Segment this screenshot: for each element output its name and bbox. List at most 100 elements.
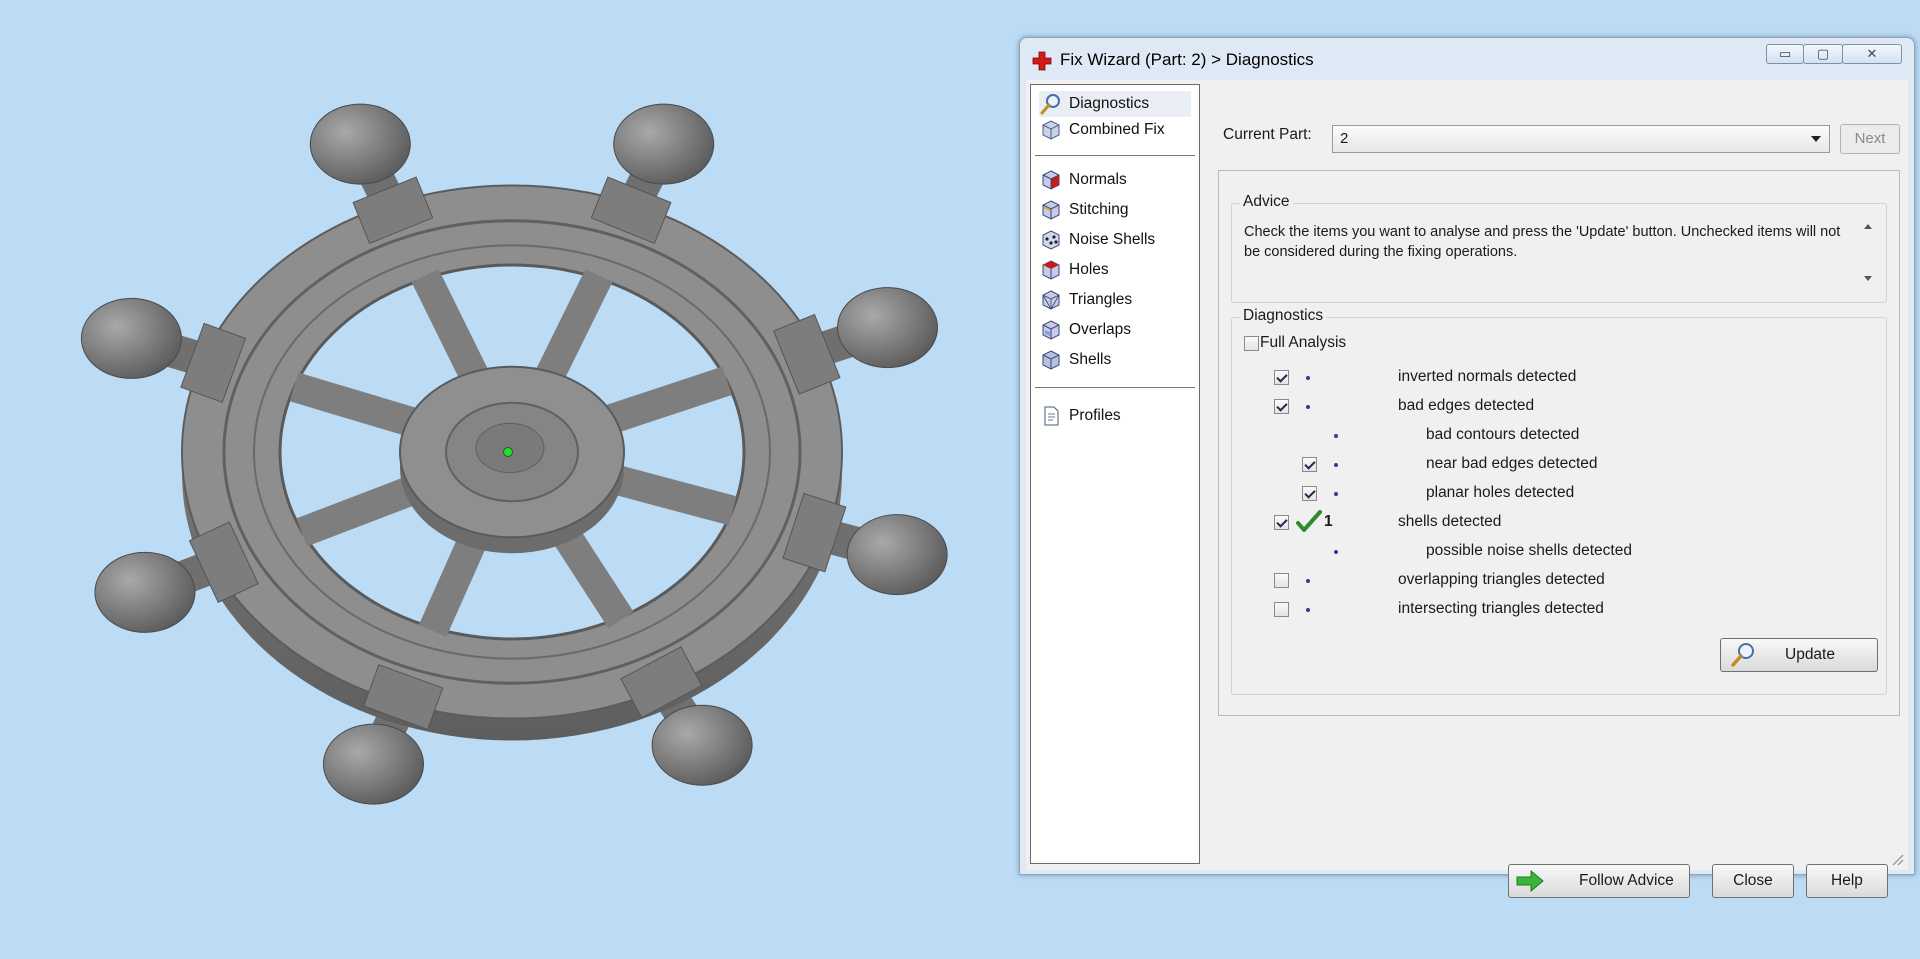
minimize-icon: ▭ [1778, 46, 1792, 61]
ship-wheel-model [80, 103, 948, 805]
close-button[interactable]: Close [1712, 864, 1794, 898]
diagnostic-checkbox[interactable] [1274, 602, 1289, 617]
shells-cube-icon [1042, 350, 1060, 370]
scroll-down-icon[interactable] [1864, 276, 1872, 281]
nav-item-label: Overlaps [1069, 321, 1132, 338]
nav-item-label: Profiles [1069, 407, 1121, 424]
diagnostic-checkbox[interactable] [1274, 573, 1289, 588]
current-part-label: Current Part: [1223, 126, 1312, 143]
diagnostics-panel: Advice Check the items you want to analy… [1218, 170, 1900, 716]
nav-item-triangles[interactable]: Triangles [1039, 287, 1191, 313]
advice-legend: Advice [1240, 193, 1293, 211]
update-button[interactable]: Update [1720, 638, 1878, 672]
nav-separator [1035, 387, 1195, 388]
nav-item-noise-shells[interactable]: Noise Shells [1039, 227, 1191, 253]
magnifier-icon [1040, 94, 1060, 115]
wheel-handle-knob [94, 551, 196, 633]
diagnostic-checkbox[interactable] [1274, 515, 1289, 530]
next-button[interactable]: Next [1840, 124, 1900, 154]
diagnostic-label: possible noise shells detected [1426, 542, 1632, 559]
profiles-document-icon [1044, 406, 1059, 426]
nav-item-holes[interactable]: Holes [1039, 257, 1191, 283]
nav-separator [1035, 155, 1195, 156]
wheel-handle-knob [322, 723, 424, 805]
diagnostics-legend: Diagnostics [1240, 307, 1327, 325]
diagnostic-label: shells detected [1398, 513, 1502, 530]
resize-grip-icon[interactable] [1890, 852, 1904, 866]
title-bar[interactable]: Fix Wizard (Part: 2) > Diagnostics ▭ ▢ ✕ [1020, 38, 1914, 76]
triangles-cube-icon [1042, 290, 1060, 310]
wheel-handle-knob [846, 514, 948, 596]
update-label: Update [1785, 646, 1835, 663]
green-check-icon [1296, 510, 1322, 532]
diagnostic-checkbox[interactable] [1302, 457, 1317, 472]
follow-advice-label: Follow Advice [1579, 872, 1674, 889]
minimize-button[interactable]: ▭ [1766, 44, 1804, 64]
holes-cube-icon [1042, 260, 1060, 280]
fix-wizard-window: Fix Wizard (Part: 2) > Diagnostics ▭ ▢ ✕… [1019, 37, 1915, 898]
nav-item-diagnostics[interactable]: Diagnostics [1039, 91, 1191, 117]
nav-item-combined-fix[interactable]: Combined Fix [1039, 117, 1191, 143]
nav-item-label: Diagnostics [1069, 95, 1150, 112]
close-window-button[interactable]: ✕ [1842, 44, 1902, 64]
stitching-cube-icon [1042, 200, 1060, 220]
follow-advice-button[interactable]: Follow Advice [1508, 864, 1690, 898]
status-dot-icon [1306, 608, 1310, 612]
diagnostic-label: intersecting triangles detected [1398, 600, 1604, 617]
status-dot-icon [1334, 463, 1338, 467]
nav-item-normals[interactable]: Normals [1039, 167, 1191, 193]
noise-shells-icon [1042, 230, 1060, 250]
diagnostic-label: bad edges detected [1398, 397, 1535, 414]
current-part-select[interactable]: 2 [1332, 125, 1830, 153]
wheel-handle-knob [80, 297, 182, 379]
status-dot-icon [1334, 434, 1338, 438]
maximize-button[interactable]: ▢ [1803, 44, 1843, 64]
nav-item-profiles[interactable]: Profiles [1039, 403, 1191, 429]
scroll-up-icon[interactable] [1864, 224, 1872, 229]
nav-item-shells[interactable]: Shells [1039, 347, 1191, 373]
nav-item-stitching[interactable]: Stitching [1039, 197, 1191, 223]
nav-item-label: Holes [1069, 261, 1109, 278]
help-button[interactable]: Help [1806, 864, 1888, 898]
3d-viewport[interactable] [0, 0, 1010, 959]
chevron-down-icon [1811, 136, 1821, 142]
diagnostic-checkbox[interactable] [1302, 486, 1317, 501]
close-icon: ✕ [1866, 46, 1878, 61]
maximize-icon: ▢ [1816, 46, 1830, 61]
nav-item-label: Normals [1069, 171, 1127, 188]
status-dot-icon [1306, 405, 1310, 409]
nav-item-label: Stitching [1069, 201, 1129, 218]
overlaps-cube-icon [1042, 320, 1060, 340]
magnifier-icon [1731, 643, 1754, 667]
diagnostic-checkbox[interactable] [1274, 370, 1289, 385]
wheel-handle-knob [837, 287, 939, 369]
diagnostic-label: bad contours detected [1426, 426, 1580, 443]
diagnostic-count: 1 [1324, 513, 1333, 530]
nav-item-label: Shells [1069, 351, 1112, 368]
status-dot-icon [1306, 376, 1310, 380]
status-dot-icon [1306, 579, 1310, 583]
status-dot-icon [1334, 492, 1338, 496]
red-cross-icon [1032, 51, 1052, 71]
window-title: Fix Wizard (Part: 2) > Diagnostics [1060, 50, 1314, 69]
nav-item-label: Noise Shells [1069, 231, 1156, 248]
advice-group: Advice Check the items you want to analy… [1231, 193, 1887, 303]
advice-text: Check the items you want to analyse and … [1244, 224, 1841, 260]
nav-item-label: Combined Fix [1069, 121, 1165, 138]
wheel-handle-knob [613, 103, 715, 185]
cube-icon [1042, 120, 1060, 140]
nav-item-label: Triangles [1069, 291, 1133, 308]
nav-item-overlaps[interactable]: Overlaps [1039, 317, 1191, 343]
full-analysis-label: Full Analysis [1260, 334, 1347, 351]
status-dot-icon [1334, 550, 1338, 554]
wheel-handle-knob [309, 103, 411, 185]
diagnostics-group: Diagnostics Full Analysis inverted norma… [1231, 307, 1887, 695]
diagnostic-checkbox[interactable] [1274, 399, 1289, 414]
diagnostic-label: planar holes detected [1426, 484, 1575, 501]
wheel-handle-knob [651, 704, 753, 786]
full-analysis-checkbox[interactable] [1244, 336, 1259, 351]
dialog-client: Diagnostics Combined Fix Normals Stitchi… [1026, 80, 1908, 898]
diagnostic-label: overlapping triangles detected [1398, 571, 1605, 588]
rotation-center-marker [503, 447, 513, 457]
diagnostic-label: near bad edges detected [1426, 455, 1598, 472]
